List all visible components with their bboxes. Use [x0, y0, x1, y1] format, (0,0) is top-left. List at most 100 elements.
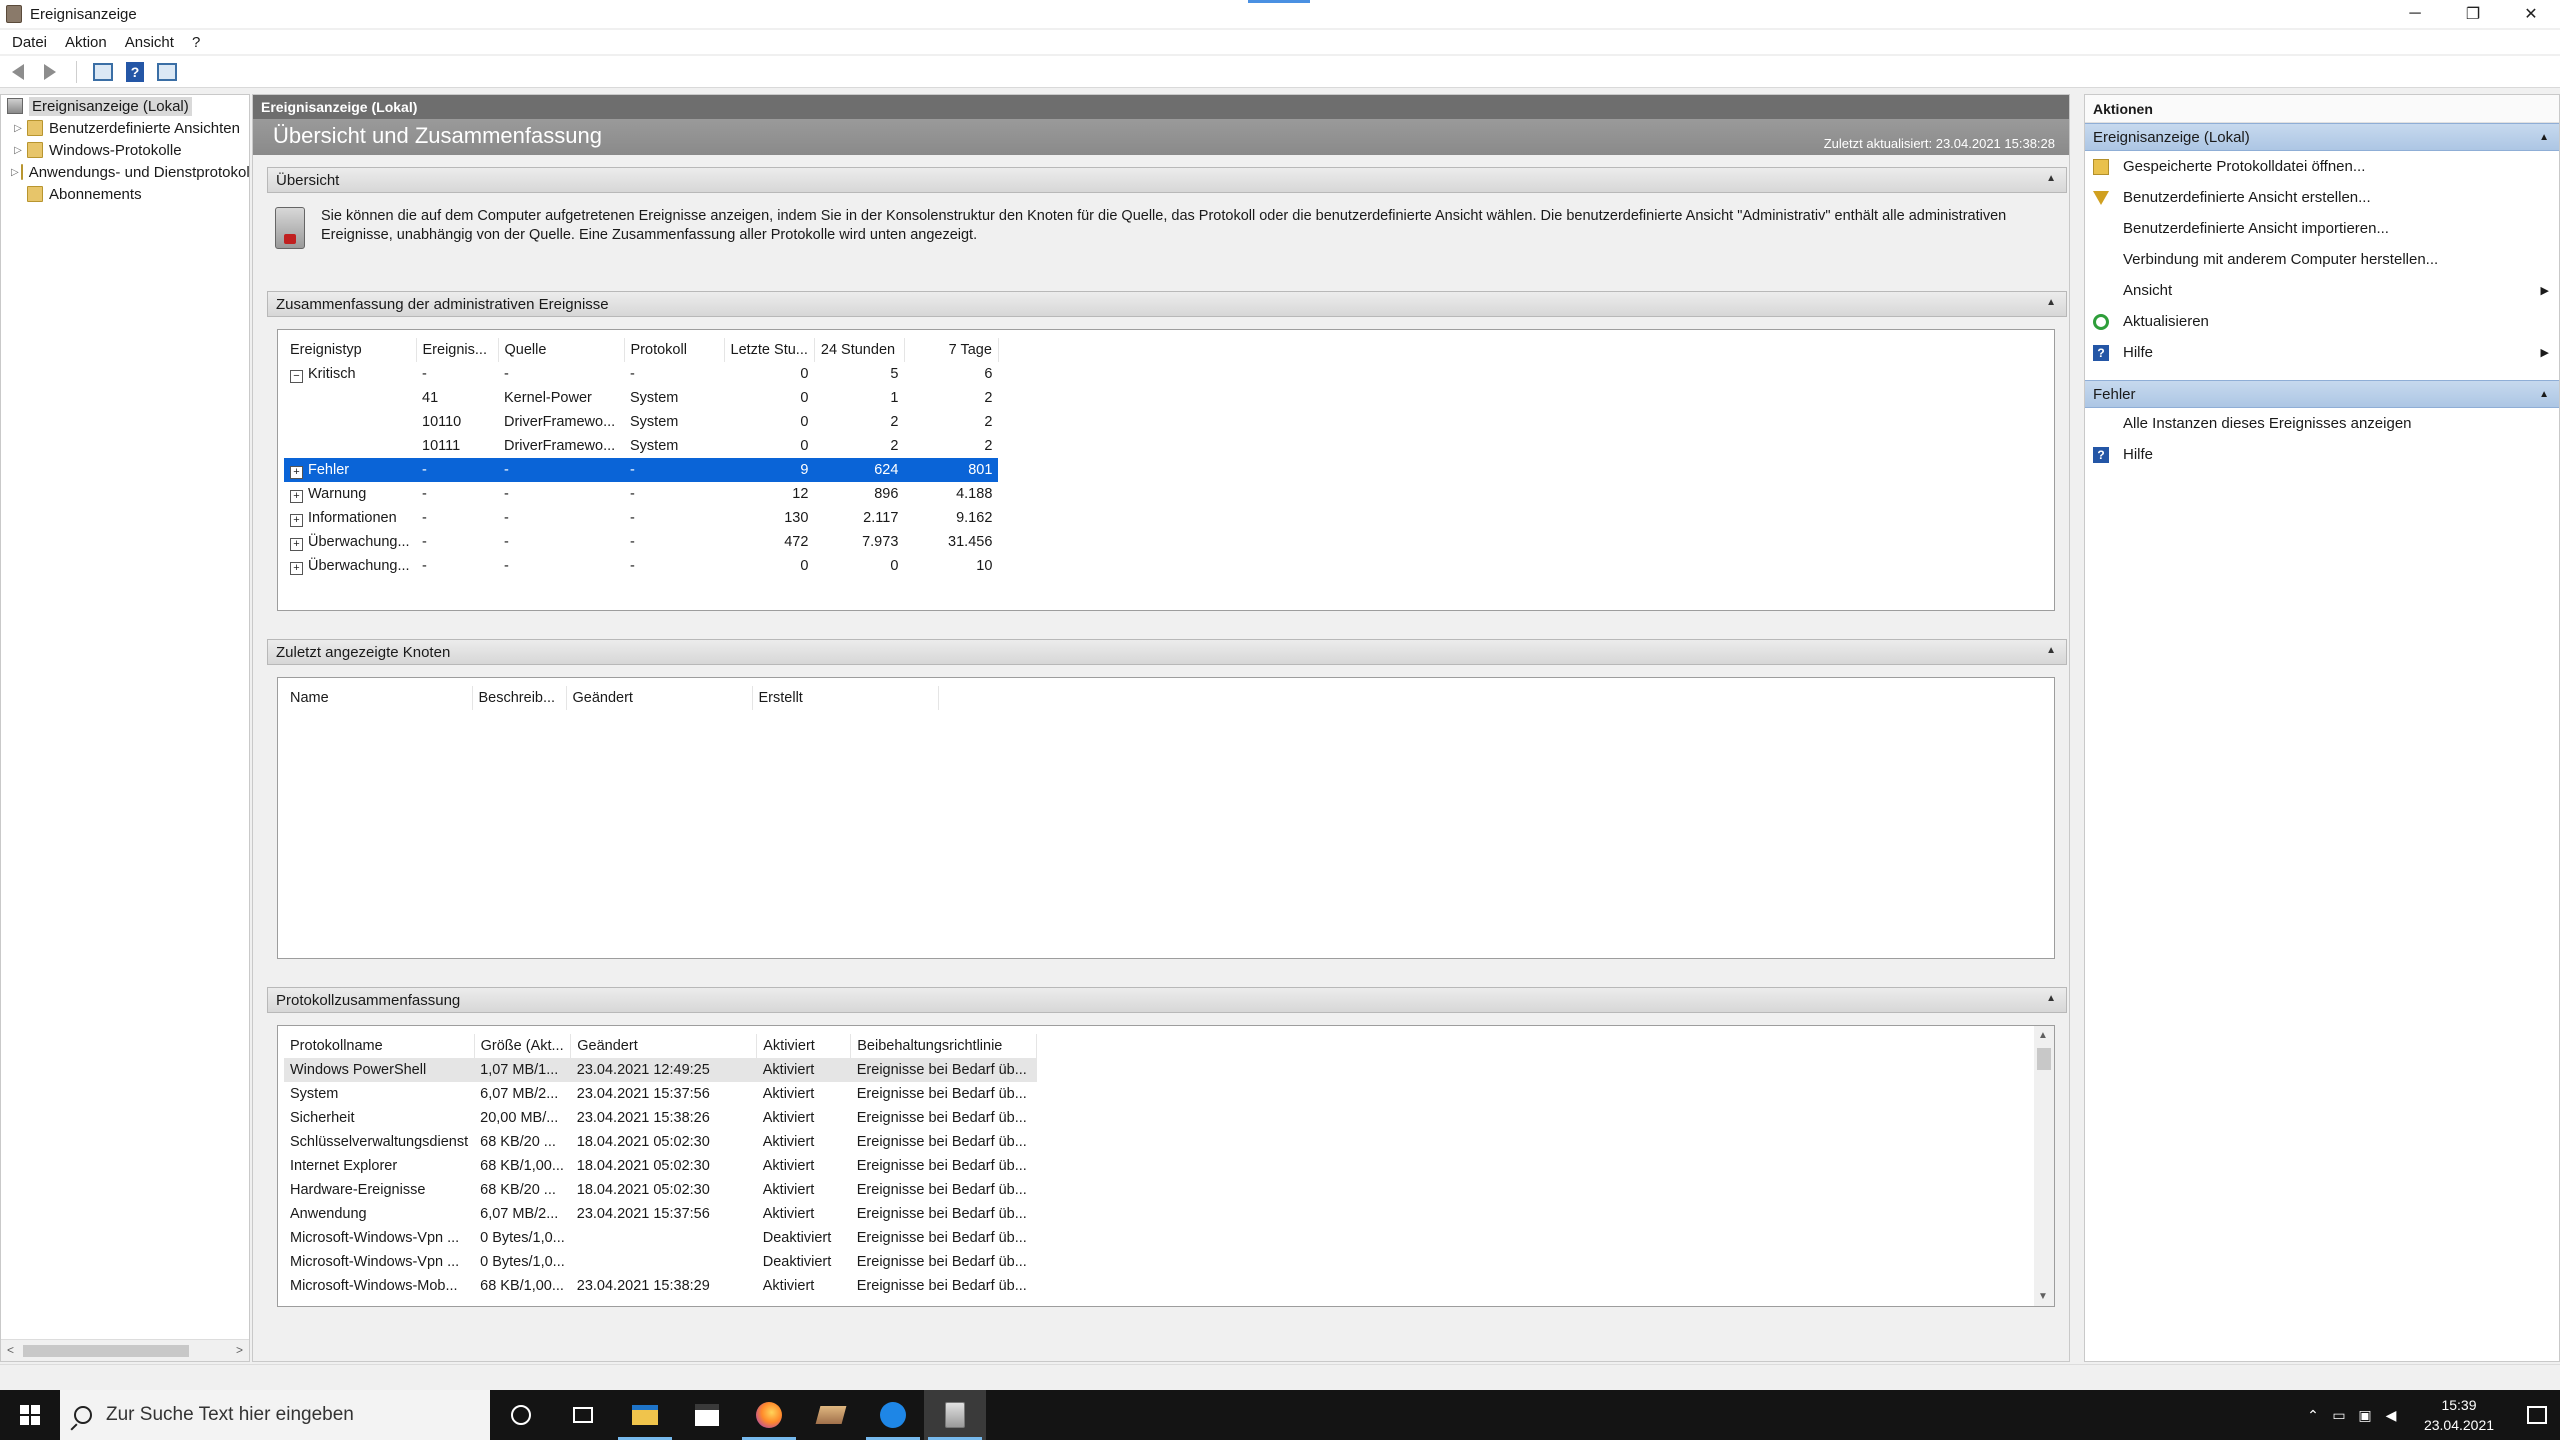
help-toolbar-button[interactable]: ?	[123, 60, 147, 84]
expand-icon[interactable]: +	[290, 561, 303, 575]
expand-arrow-icon[interactable]: ▷	[11, 167, 19, 178]
cortana-button[interactable]	[490, 1390, 552, 1440]
collapse-icon[interactable]: ▲	[2539, 389, 2549, 400]
col-header[interactable]: Quelle	[498, 338, 625, 362]
scroll-left-icon[interactable]: <	[7, 1343, 14, 1357]
volume-icon[interactable]: ◀	[2378, 1407, 2404, 1424]
section-recent-header[interactable]: Zuletzt angezeigte Knoten ▲	[267, 639, 2067, 665]
expand-arrow-icon[interactable]: ▷	[11, 145, 25, 156]
section-log-summary-header[interactable]: Protokollzusammenfassung ▲	[267, 987, 2067, 1013]
action-item[interactable]: Alle Instanzen dieses Ereignisses anzeig…	[2085, 408, 2559, 439]
expand-icon[interactable]: +	[290, 465, 303, 479]
notification-center-button[interactable]	[2514, 1406, 2560, 1424]
section-summary-header[interactable]: Zusammenfassung der administrativen Erei…	[267, 291, 2067, 317]
action-item[interactable]: Benutzerdefinierte Ansicht erstellen...	[2085, 182, 2559, 213]
menu-datei[interactable]: Datei	[0, 34, 56, 51]
collapse-icon[interactable]: ▲	[2046, 993, 2056, 1004]
action-item[interactable]: Verbindung mit anderem Computer herstell…	[2085, 244, 2559, 275]
collapse-icon[interactable]: ▲	[2046, 297, 2056, 308]
col-header[interactable]: Geändert	[570, 1034, 758, 1058]
action-item[interactable]: ? Hilfe ▶	[2085, 337, 2559, 368]
scroll-right-icon[interactable]: >	[236, 1343, 243, 1357]
action-item[interactable]: Benutzerdefinierte Ansicht importieren..…	[2085, 213, 2559, 244]
col-header[interactable]: Protokollname	[284, 1034, 475, 1058]
tree-item-app-service-logs[interactable]: ▷ Anwendungs- und Dienstprotokolle	[1, 161, 249, 183]
menu-aktion[interactable]: Aktion	[56, 34, 116, 51]
scroll-thumb[interactable]	[2037, 1048, 2051, 1070]
summary-row[interactable]: 10110 DriverFramewo... System 0 2 2	[284, 410, 998, 434]
collapse-icon[interactable]: −	[290, 369, 303, 383]
collapse-icon[interactable]: ▲	[2539, 132, 2549, 143]
summary-row[interactable]: + Warnung - - - 12 896 4.188	[284, 482, 998, 506]
log-row[interactable]: Hardware-Ereignisse 68 KB/20 ... 18.04.202…	[284, 1178, 1037, 1202]
restore-button[interactable]: ❐	[2444, 0, 2502, 28]
col-header[interactable]: Beibehaltungsrichtlinie	[850, 1034, 1038, 1058]
show-hide-tree-button[interactable]	[91, 60, 115, 84]
scroll-down-icon[interactable]: ▼	[2038, 1291, 2048, 1302]
log-row[interactable]: Internet Explorer 68 KB/1,00... 18.04.2021…	[284, 1154, 1037, 1178]
tree-horizontal-scrollbar[interactable]: < >	[1, 1339, 249, 1361]
taskbar-event-viewer[interactable]	[924, 1390, 986, 1440]
col-header[interactable]: Ereignistyp	[284, 338, 417, 362]
log-row[interactable]: Schlüsselverwaltungsdienst 68 KB/20 ... 18…	[284, 1130, 1037, 1154]
menu-help[interactable]: ?	[183, 34, 209, 51]
back-button[interactable]	[6, 60, 30, 84]
col-header[interactable]: 24 Stunden	[814, 338, 905, 362]
col-header[interactable]: Protokoll	[624, 338, 725, 362]
collapse-icon[interactable]: ▲	[2046, 645, 2056, 656]
action-item[interactable]: Gespeicherte Protokolldatei öffnen...	[2085, 151, 2559, 182]
scroll-thumb[interactable]	[23, 1345, 189, 1357]
close-button[interactable]: ✕	[2502, 0, 2560, 28]
collapse-icon[interactable]: ▲	[2046, 173, 2056, 184]
log-row[interactable]: Windows PowerShell 1,07 MB/1... 23.04.2021…	[284, 1058, 1037, 1082]
log-row[interactable]: Microsoft-Windows-Vpn ... 0 Bytes/1,0... D…	[284, 1226, 1037, 1250]
start-button[interactable]	[0, 1390, 60, 1440]
col-header[interactable]: Beschreib...	[472, 686, 567, 710]
log-row[interactable]: System 6,07 MB/2... 23.04.2021 15:37:56 Akt…	[284, 1082, 1037, 1106]
summary-row[interactable]: + Informationen - - - 130 2.117 9.162	[284, 506, 998, 530]
tree-item-windows-logs[interactable]: ▷ Windows-Protokolle	[1, 139, 249, 161]
col-header[interactable]: Letzte Stu...	[724, 338, 815, 362]
tree-item-subscriptions[interactable]: Abonnements	[1, 183, 249, 205]
action-group-fehler[interactable]: Fehler ▲	[2085, 380, 2559, 408]
task-view-button[interactable]	[552, 1390, 614, 1440]
col-header[interactable]: Größe (Akt...	[474, 1034, 572, 1058]
summary-row[interactable]: 41 Kernel-Power System 0 1 2	[284, 386, 998, 410]
log-row[interactable]: Microsoft-Windows-Vpn ... 0 Bytes/1,0... D…	[284, 1250, 1037, 1274]
col-header[interactable]: Aktiviert	[756, 1034, 852, 1058]
summary-row[interactable]: + Fehler - - -9 624 801	[284, 458, 999, 482]
action-item[interactable]: Aktualisieren	[2085, 306, 2559, 337]
log-row[interactable]: Sicherheit 20,00 MB/... 23.04.2021 15:38:2…	[284, 1106, 1037, 1130]
tree-item-root[interactable]: Ereignisanzeige (Lokal)	[1, 95, 249, 117]
taskbar-search[interactable]: Zur Suche Text hier eingeben	[60, 1390, 490, 1440]
summary-row[interactable]: − Kritisch - - -0 5 6	[284, 362, 998, 386]
col-header[interactable]: Geändert	[566, 686, 753, 710]
summary-row[interactable]: + Überwachung... - - -472 7.973 31.456	[284, 530, 998, 554]
action-item[interactable]: Ansicht ▶	[2085, 275, 2559, 306]
expand-icon[interactable]: +	[290, 537, 303, 551]
col-header[interactable]: Name	[284, 686, 473, 710]
show-hide-action-pane-button[interactable]	[155, 60, 179, 84]
summary-row[interactable]: 10111 DriverFramewo... System 0 2 2	[284, 434, 998, 458]
clock[interactable]: 15:39 23.04.2021	[2404, 1395, 2514, 1435]
menu-ansicht[interactable]: Ansicht	[116, 34, 183, 51]
section-overview-header[interactable]: Übersicht ▲	[267, 167, 2067, 193]
network-icon[interactable]: ▣	[2352, 1407, 2378, 1424]
action-group-local[interactable]: Ereignisanzeige (Lokal) ▲	[2085, 123, 2559, 151]
expand-arrow-icon[interactable]: ▷	[11, 123, 25, 134]
col-header[interactable]: Ereignis...	[416, 338, 499, 362]
expand-icon[interactable]: +	[290, 489, 303, 503]
minimize-button[interactable]: ─	[2386, 0, 2444, 28]
expand-icon[interactable]: +	[290, 513, 303, 527]
taskbar-firefox[interactable]	[738, 1390, 800, 1440]
tree-item-custom-views[interactable]: ▷ Benutzerdefinierte Ansichten	[1, 117, 249, 139]
summary-row[interactable]: + Überwachung... - - -0 0 10	[284, 554, 998, 578]
action-item[interactable]: ? Hilfe	[2085, 439, 2559, 470]
device-icon[interactable]: ▭	[2326, 1407, 2352, 1424]
taskbar-store[interactable]	[676, 1390, 738, 1440]
scroll-up-icon[interactable]: ▲	[2038, 1030, 2048, 1041]
log-row[interactable]: Anwendung 6,07 MB/2... 23.04.2021 15:37:56…	[284, 1202, 1037, 1226]
show-hidden-icons-icon[interactable]: ⌃	[2300, 1407, 2326, 1424]
forward-button[interactable]	[38, 60, 62, 84]
log-row[interactable]: Microsoft-Windows-Mob... 68 KB/1,00... 23.…	[284, 1274, 1037, 1298]
